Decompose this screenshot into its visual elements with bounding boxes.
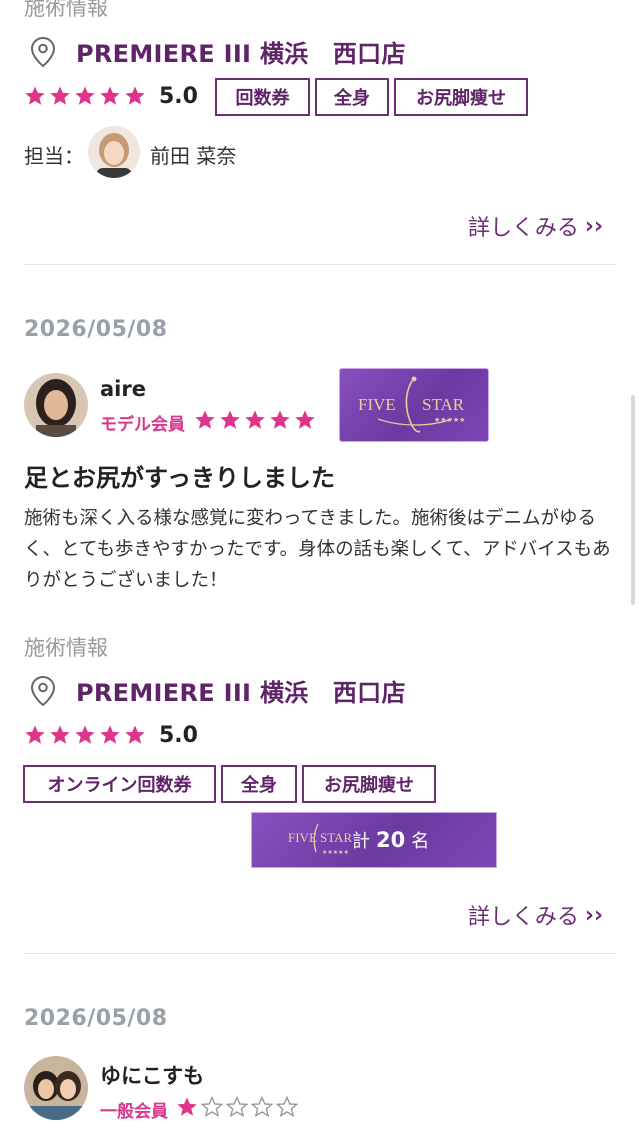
star-filled-icon <box>50 86 70 105</box>
star-filled-icon <box>75 725 95 744</box>
five-star-logo-icon: FIVE STAR ★★★★★ <box>358 376 465 433</box>
tag-fullbody[interactable]: 全身 <box>315 78 389 116</box>
more-link[interactable]: 詳しくみる ›› <box>468 899 603 931</box>
staff-name: 前田 菜奈 <box>150 144 237 168</box>
svg-text:STAR: STAR <box>320 830 352 845</box>
shop-name: PREMIERE III 横浜 西口店 <box>76 40 406 68</box>
star-filled-icon <box>25 725 45 744</box>
star-filled-icon <box>25 86 45 105</box>
star-empty-icon <box>201 1096 223 1118</box>
svg-text:★★★★★: ★★★★★ <box>322 849 349 856</box>
star-filled-icon <box>270 410 290 429</box>
tag-coupon[interactable]: 回数券 <box>215 78 310 116</box>
review-date: 2026/05/08 <box>24 1006 168 1031</box>
member-stars <box>176 1096 298 1118</box>
double-chevron-icon: ›› <box>584 902 604 928</box>
review-date: 2026/05/08 <box>24 317 168 342</box>
staff-avatar[interactable] <box>88 126 140 178</box>
star-filled-icon <box>125 86 145 105</box>
rating-value: 5.0 <box>159 723 198 748</box>
tag-online-coupon[interactable]: オンライン回数券 <box>23 765 216 803</box>
staff-label: 担当： <box>24 144 84 168</box>
count-suffix: 名 <box>411 831 430 852</box>
svg-text:FIVE: FIVE <box>358 395 396 414</box>
shop-name: PREMIERE III 横浜 西口店 <box>76 679 406 707</box>
svg-text:FIVE: FIVE <box>288 830 317 845</box>
rating-stars <box>24 724 146 746</box>
count-number: 20 <box>376 828 406 852</box>
star-empty-icon <box>226 1096 248 1118</box>
reviewer-nickname: aire <box>100 377 146 401</box>
tag-hip-leg[interactable]: お尻脚痩せ <box>302 765 436 803</box>
shop-row[interactable]: PREMIERE III 横浜 西口店 <box>30 34 406 69</box>
double-chevron-icon: ›› <box>584 213 604 239</box>
shop-row[interactable]: PREMIERE III 横浜 西口店 <box>30 673 406 708</box>
svg-text:STAR: STAR <box>422 395 465 414</box>
rating-stars <box>24 85 146 107</box>
member-stars <box>194 409 316 431</box>
star-filled-icon <box>220 410 240 429</box>
five-star-logo-icon: FIVE STAR ★★★★★ <box>288 823 352 856</box>
star-filled-icon <box>177 1097 197 1116</box>
rating-value: 5.0 <box>159 84 198 109</box>
star-filled-icon <box>50 725 70 744</box>
divider <box>24 953 616 954</box>
star-empty-icon <box>251 1096 273 1118</box>
star-filled-icon <box>100 86 120 105</box>
more-link[interactable]: 詳しくみる ›› <box>468 210 603 242</box>
reviewer-nickname: ゆにこすも <box>100 1064 205 1088</box>
section-label: 施術情報 <box>24 0 108 20</box>
star-filled-icon <box>75 86 95 105</box>
reviewer-avatar[interactable] <box>24 1056 88 1120</box>
section-label: 施術情報 <box>24 636 108 660</box>
member-type: モデル会員 <box>100 415 185 435</box>
tag-fullbody[interactable]: 全身 <box>221 765 297 803</box>
more-label: 詳しくみる <box>468 905 579 930</box>
review-body: 施術も深く入る様な感覚に変わってきました。施術後はデニムがゆるく、とても歩きやす… <box>24 508 611 591</box>
five-star-badge: FIVE STAR ★★★★★ <box>339 368 489 442</box>
scrollbar[interactable] <box>631 395 635 605</box>
star-filled-icon <box>125 725 145 744</box>
more-label: 詳しくみる <box>468 216 579 241</box>
review-title: 足とお尻がすっきりしました <box>24 464 336 492</box>
svg-text:★★★★★: ★★★★★ <box>434 416 465 424</box>
location-pin-icon <box>30 36 56 67</box>
five-star-count-badge: FIVE STAR ★★★★★ 計 20 名 <box>251 812 497 868</box>
location-pin-icon <box>30 675 56 706</box>
star-filled-icon <box>195 410 215 429</box>
star-filled-icon <box>295 410 315 429</box>
star-filled-icon <box>245 410 265 429</box>
star-empty-icon <box>276 1096 298 1118</box>
reviewer-avatar[interactable] <box>24 373 88 437</box>
member-type: 一般会員 <box>100 1102 168 1122</box>
star-filled-icon <box>100 725 120 744</box>
divider <box>24 264 616 265</box>
count-prefix: 計 <box>352 831 370 852</box>
tag-hip-leg[interactable]: お尻脚痩せ <box>394 78 528 116</box>
